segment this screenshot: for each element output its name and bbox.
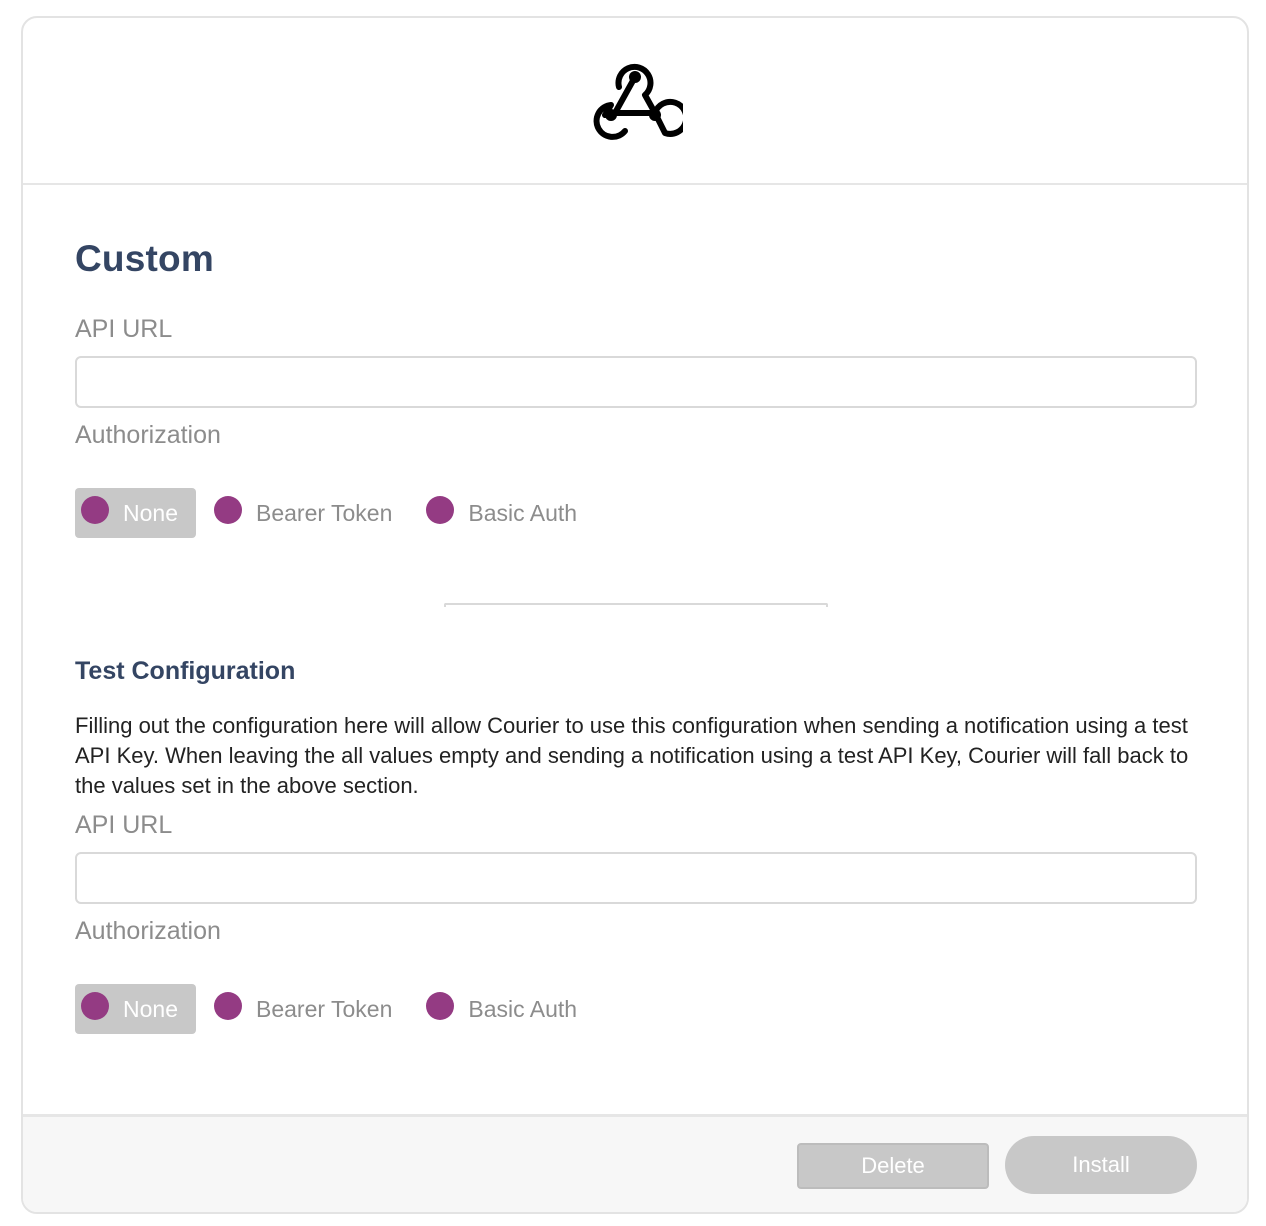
webhook-icon: [593, 63, 683, 140]
auth-option-bearer-token[interactable]: Bearer Token: [208, 488, 400, 538]
integration-card: Custom API URL Authorization None Bearer…: [21, 16, 1249, 1214]
test-configuration-title: Test Configuration: [75, 657, 296, 685]
authorization-radio-group: None Bearer Token Basic Auth: [75, 488, 589, 538]
auth-option-label: Bearer Token: [255, 995, 393, 1022]
auth-option-basic-auth[interactable]: Basic Auth: [420, 488, 585, 538]
radio-dot: [213, 992, 242, 1020]
card-header: [23, 18, 1247, 185]
delete-button[interactable]: Delete: [797, 1143, 989, 1189]
auth-option-label: Basic Auth: [468, 499, 578, 526]
radio-dot: [426, 992, 455, 1020]
radio-dot: [81, 992, 109, 1020]
card-footer: Delete Install: [23, 1114, 1247, 1212]
test-auth-option-basic-auth[interactable]: Basic Auth: [420, 984, 585, 1034]
test-authorization-label: Authorization: [75, 917, 221, 945]
auth-option-label: None: [123, 499, 178, 526]
auth-option-label: None: [123, 995, 178, 1022]
radio-dot: [81, 496, 109, 524]
test-api-url-label: API URL: [75, 811, 173, 839]
auth-option-label: Bearer Token: [255, 499, 393, 526]
api-url-input[interactable]: [75, 356, 1197, 408]
test-auth-option-bearer-token[interactable]: Bearer Token: [208, 984, 400, 1034]
auth-option-label: Basic Auth: [468, 995, 578, 1022]
install-button[interactable]: Install: [1005, 1136, 1197, 1194]
auth-option-none[interactable]: None: [75, 488, 196, 538]
test-api-url-input[interactable]: [75, 852, 1197, 904]
page-title: Custom: [75, 238, 214, 279]
api-url-label: API URL: [75, 315, 173, 343]
section-divider: [444, 603, 828, 607]
test-configuration-description: Filling out the configuration here will …: [75, 713, 1189, 798]
radio-dot: [213, 496, 242, 524]
test-authorization-radio-group: None Bearer Token Basic Auth: [75, 984, 589, 1034]
test-auth-option-none[interactable]: None: [75, 984, 196, 1034]
radio-dot: [426, 496, 455, 524]
authorization-label: Authorization: [75, 421, 221, 449]
